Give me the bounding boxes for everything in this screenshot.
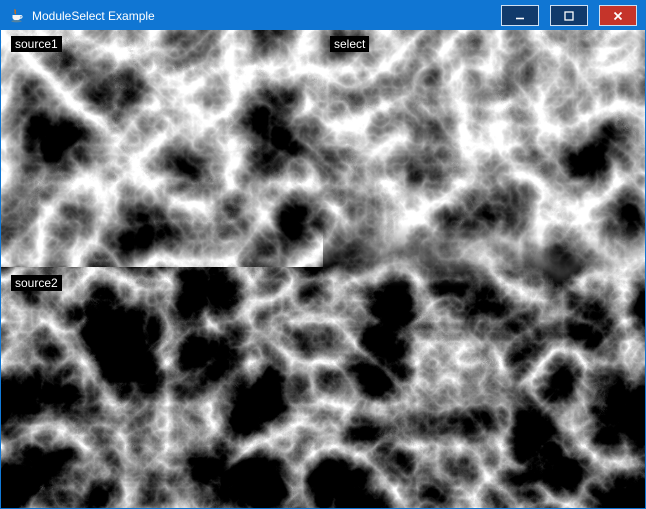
titlebar[interactable]: ModuleSelect Example [1,1,645,30]
java-coffee-cup-icon [9,8,25,24]
viewport-label-source1: source1 [11,36,62,52]
minimize-button[interactable] [501,5,539,26]
app-window: ModuleSelect Example [0,0,646,509]
render-area: source1 select source2 [1,30,645,508]
viewport-label-select: select [330,36,369,52]
maximize-icon [563,10,575,22]
noise-preview-image [1,30,645,508]
close-icon [612,10,624,22]
close-button[interactable] [599,5,637,26]
minimize-icon [514,10,526,22]
select-noise-layer [323,30,645,286]
window-controls [501,5,637,26]
window-title: ModuleSelect Example [32,9,501,23]
source1-noise-layer [1,30,323,267]
maximize-button[interactable] [550,5,588,26]
viewport-label-source2: source2 [11,275,62,291]
